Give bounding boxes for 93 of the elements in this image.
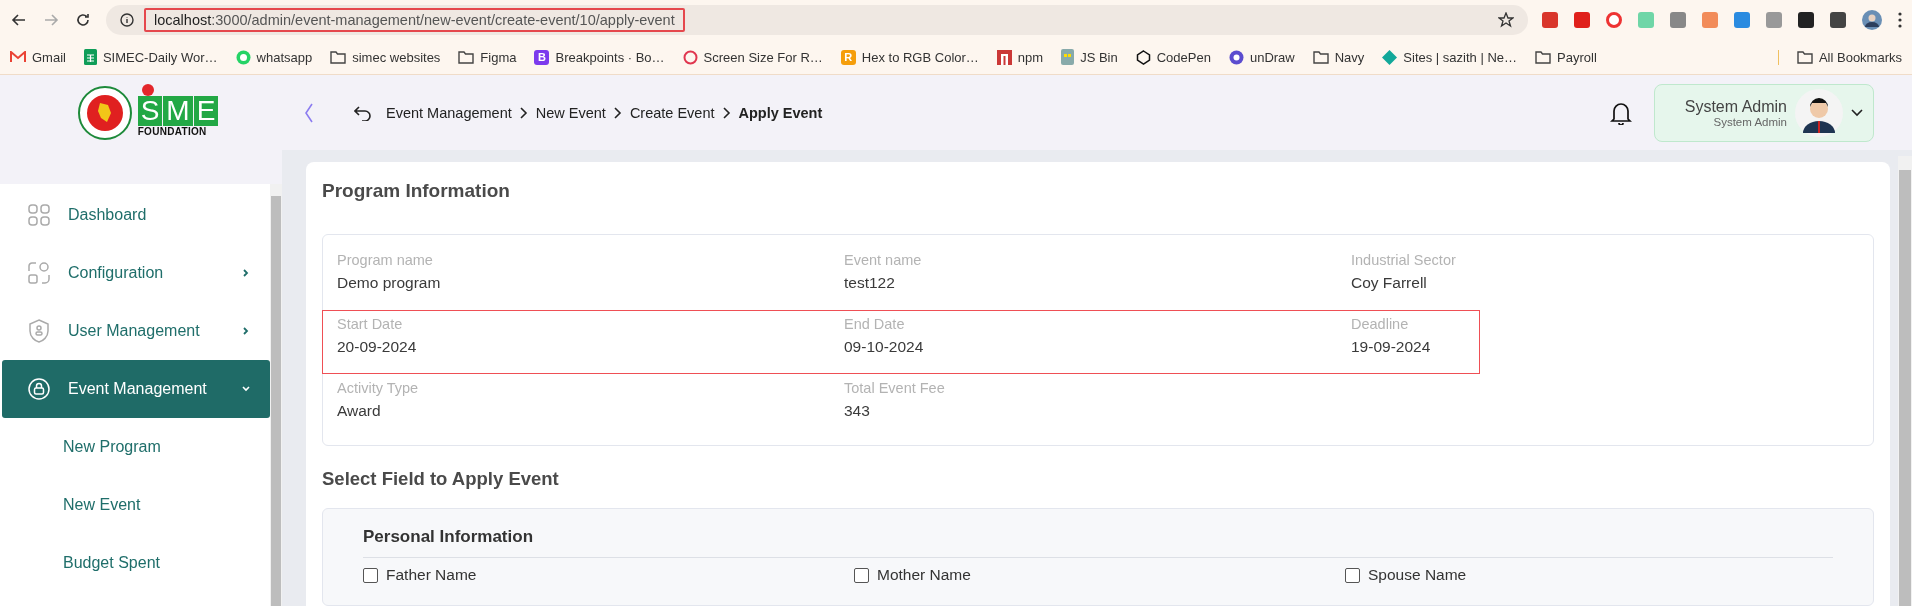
collapse-icon[interactable] [304, 102, 314, 123]
bin-icon [1061, 49, 1075, 65]
reload-icon[interactable] [74, 11, 92, 29]
field-value: 19-09-2024 [1351, 337, 1432, 357]
shapes-icon [28, 262, 50, 284]
field-label: Deadline [1351, 315, 1410, 334]
breadcrumb[interactable]: New Event [535, 104, 606, 121]
bookmark[interactable]: Sites | sazith | Ne… [1382, 49, 1518, 65]
bookmark[interactable]: CodePen [1135, 49, 1211, 65]
shield-icon [28, 319, 50, 343]
chevron-icon [519, 106, 528, 119]
bookmark[interactable]: npm [996, 49, 1044, 65]
circle-icon [1228, 49, 1244, 65]
folder-icon [1796, 50, 1813, 64]
bookmark[interactable]: JS Bin [1061, 49, 1118, 65]
field-value: 09-10-2024 [844, 337, 925, 357]
user-role: System Admin [1712, 115, 1787, 128]
field-value: Award [337, 401, 382, 421]
address-bar[interactable]: localhost:3000/admin/event-management/new-event/create-event/10/apply-event [106, 5, 1528, 35]
logo-caption: FOUNDATION [137, 126, 207, 137]
breadcrumb[interactable]: Event Management [386, 104, 512, 121]
avatar-icon [1795, 88, 1843, 137]
sidebar-subitem[interactable]: New Program [0, 418, 271, 476]
sidebar-item[interactable]: Configuration [2, 244, 270, 302]
chevron-icon [722, 106, 731, 119]
field-label: Program name [337, 251, 434, 270]
bookmark[interactable]: SIMEC-Daily Wor… [83, 49, 218, 65]
field-value: Coy Farrell [1351, 273, 1428, 293]
checkbox[interactable] [1345, 567, 1360, 583]
checkbox[interactable] [854, 567, 869, 583]
breadcrumb: Apply Event [738, 104, 823, 121]
dot-icon [141, 84, 154, 96]
bookmark[interactable]: Gmail [10, 49, 66, 65]
caret-icon [1851, 108, 1863, 117]
section-title: Select Field to Apply Event [322, 468, 560, 490]
folder-icon [330, 50, 347, 64]
field-label: End Date [844, 315, 906, 334]
chat-icon [235, 49, 251, 65]
letter-icon: R [840, 49, 856, 65]
field-label: Start Date [337, 315, 404, 334]
avatar-icon[interactable] [1862, 10, 1882, 30]
checkbox-option[interactable]: Spouse Name [1345, 566, 1833, 584]
sidebar-item[interactable]: Dashboard [2, 186, 270, 244]
folder-icon [458, 50, 475, 64]
ring-icon [682, 49, 698, 65]
section-title: Program Information [322, 180, 511, 202]
lock-icon [28, 378, 50, 400]
bookmark[interactable]: Navy [1312, 49, 1365, 65]
bookmark[interactable]: All Bookmarks [1777, 49, 1902, 65]
user-menu[interactable]: System Admin System Admin [1654, 83, 1874, 142]
field-label: Industrial Sector [1351, 251, 1457, 270]
sidebar-item[interactable]: Event Management [2, 360, 270, 418]
bookmark[interactable]: Figma [458, 49, 517, 65]
folder-icon [1535, 50, 1552, 64]
bookmark[interactable]: Payroll [1535, 49, 1597, 65]
field-value: Demo program [337, 273, 442, 293]
grid-icon [28, 204, 50, 226]
field-label: Total Event Fee [844, 379, 946, 398]
mail-icon [10, 51, 26, 63]
bookmark[interactable]: R Hex to RGB Color… [840, 49, 979, 65]
bookmark[interactable]: B Breakpoints · Bo… [534, 49, 665, 65]
sidebar-subitem[interactable]: New Event [0, 476, 271, 534]
info-icon [120, 13, 134, 27]
bookmark[interactable]: unDraw [1228, 49, 1295, 65]
url-text: localhost:3000/admin/event-management/new-event/create-event/10/apply-event [144, 8, 685, 32]
folder-icon [1312, 50, 1329, 64]
square-icon [996, 49, 1012, 65]
checkbox[interactable] [363, 567, 378, 583]
checkbox-option[interactable]: Mother Name [854, 566, 1345, 584]
sidebar-subitem[interactable]: Budget Spent [0, 534, 271, 592]
bookmark[interactable]: whatsapp [235, 49, 313, 65]
chevron-icon [613, 106, 622, 119]
breadcrumb[interactable]: Create Event [629, 104, 715, 121]
bookmark[interactable]: simec websites [330, 49, 441, 65]
user-name: System Admin [1684, 97, 1787, 116]
emblem-icon [77, 85, 132, 140]
checkbox-option[interactable]: Father Name [363, 566, 854, 584]
star-icon[interactable] [1498, 12, 1514, 28]
cube-icon [1135, 49, 1151, 65]
back-icon[interactable] [354, 104, 372, 121]
panel-title: Personal Information [363, 527, 1833, 558]
field-value: 20-09-2024 [337, 337, 418, 357]
sheet-icon [83, 49, 97, 65]
field-value: test122 [844, 273, 896, 293]
letter-icon: B [534, 49, 550, 65]
field-label: Event name [844, 251, 923, 270]
bell-icon[interactable] [1610, 100, 1632, 125]
sidebar-item[interactable]: User Management [2, 302, 270, 360]
field-label: Activity Type [337, 379, 420, 398]
more-icon[interactable] [1898, 12, 1902, 28]
diamond-icon [1382, 49, 1398, 65]
field-value: 343 [844, 401, 871, 421]
bookmark[interactable]: Screen Size For R… [682, 49, 823, 65]
